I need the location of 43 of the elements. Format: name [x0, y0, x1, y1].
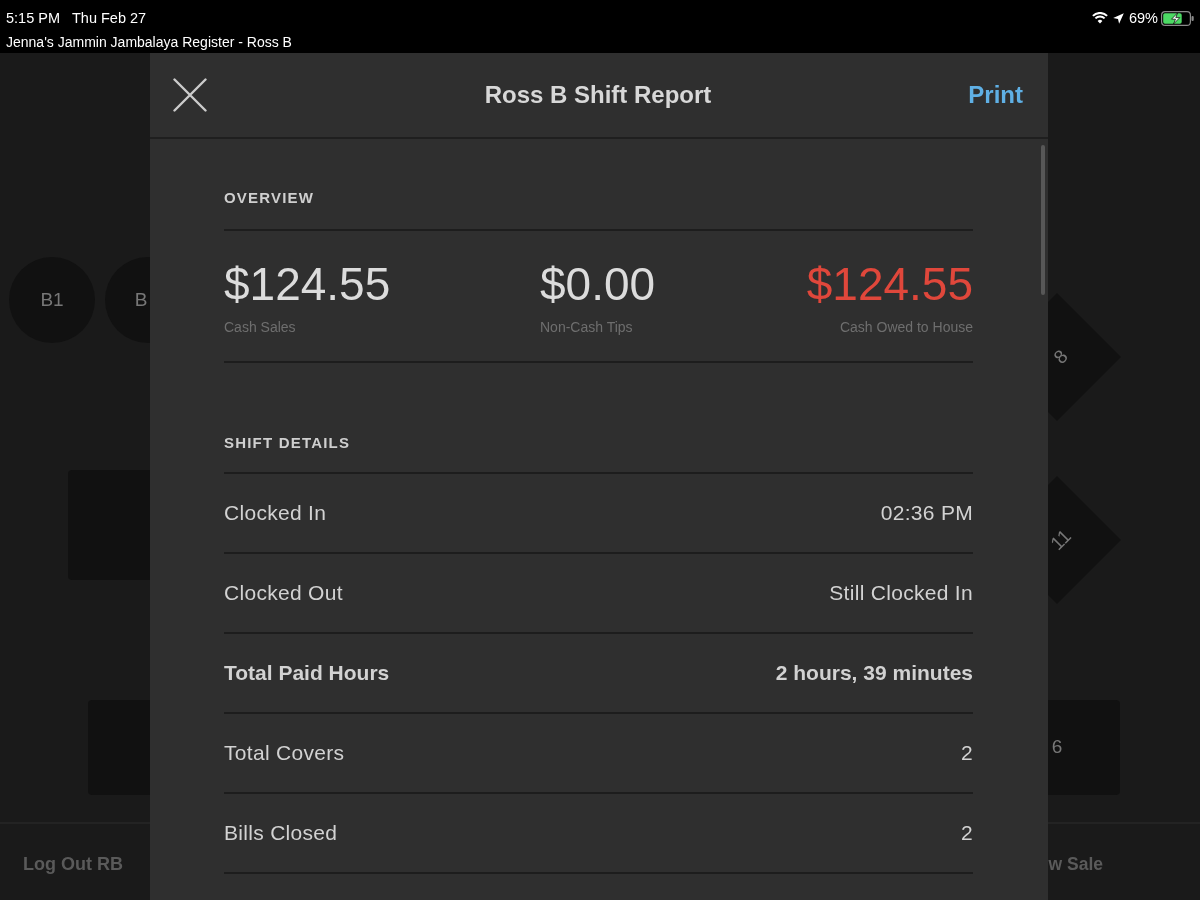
metric-value: $124.55 — [224, 259, 391, 309]
metric-label: Non-Cash Tips — [540, 318, 633, 336]
dining-table[interactable]: B — [105, 257, 150, 343]
detail-label: Clocked Out — [224, 581, 343, 605]
location-arrow-icon — [1112, 12, 1124, 24]
close-icon — [173, 78, 207, 112]
sale-button[interactable]: w Sale — [1048, 852, 1103, 876]
detail-value: 2 — [961, 821, 973, 845]
detail-label: Total Covers — [224, 741, 345, 765]
metric-label: Cash Owed to House — [839, 318, 973, 336]
dining-table[interactable]: 8 — [1048, 293, 1121, 421]
detail-label: Bills Closed — [224, 821, 338, 845]
detail-label: Clocked In — [224, 501, 327, 525]
table-number: 6 — [1051, 737, 1063, 757]
table-number: 8 — [1050, 346, 1072, 368]
metric-label: Cash Sales — [224, 318, 296, 336]
detail-value: Still Clocked In — [829, 581, 973, 605]
table-number: B — [134, 290, 148, 310]
section-heading: OVERVIEW — [224, 188, 315, 208]
detail-value: 2 hours, 39 minutes — [775, 661, 973, 685]
battery-icon — [1161, 10, 1194, 26]
print-button[interactable]: Print — [968, 81, 1023, 109]
app-title: Jenna's Jammin Jambalaya Register - Ross B — [6, 33, 292, 51]
detail-value: 2 — [961, 741, 973, 765]
log-out-button[interactable]: Log Out RB — [23, 852, 123, 876]
status-time: 5:15 PM — [6, 10, 60, 26]
metric-value: $0.00 — [540, 259, 656, 309]
detail-label: Total Paid Hours — [224, 661, 390, 685]
detail-value: 02:36 PM — [880, 501, 973, 525]
dining-table[interactable]: 6 — [1048, 700, 1120, 795]
dining-table[interactable]: B1 — [9, 257, 95, 343]
dining-table[interactable]: 11 — [1048, 476, 1121, 604]
battery-percent: 69% — [1128, 10, 1158, 26]
table-number: 11 — [1048, 525, 1076, 555]
close-button[interactable] — [173, 78, 207, 112]
dining-table[interactable] — [68, 470, 150, 580]
status-date: Thu Feb 27 — [72, 10, 147, 26]
report-title: Ross B Shift Report — [484, 81, 712, 109]
section-heading: SHIFT DETAILS — [224, 433, 351, 453]
table-number: B1 — [40, 290, 64, 310]
wifi-icon — [1091, 12, 1108, 24]
metric-value: $124.55 — [806, 259, 973, 309]
dining-table[interactable] — [88, 700, 150, 795]
